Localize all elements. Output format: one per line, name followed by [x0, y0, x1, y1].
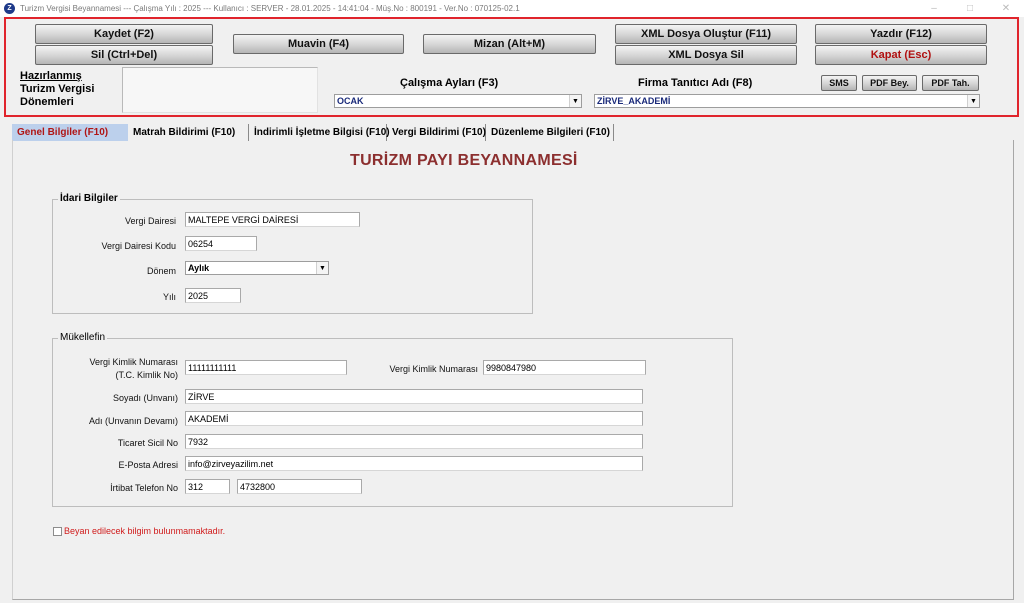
tab-matrah-bildirimi[interactable]: Matrah Bildirimi (F10) — [128, 124, 249, 141]
close-window-button[interactable]: ✕ — [988, 0, 1024, 17]
adi-field[interactable]: AKADEMİ — [185, 411, 643, 426]
vergi-dairesi-kodu-label: Vergi Dairesi Kodu — [101, 241, 176, 251]
maximize-button[interactable]: □ — [952, 0, 988, 17]
vergi-dairesi-kodu-field[interactable]: 06254 — [185, 236, 257, 251]
kaydet-button[interactable]: Kaydet (F2) — [35, 24, 213, 44]
tc-kimlik-field[interactable]: 11111111111 — [185, 360, 347, 375]
page-title: TURİZM PAYI BEYANNAMESİ — [350, 152, 578, 169]
tab-bar: Genel Bilgiler (F10) Matrah Bildirimi (F… — [12, 124, 614, 141]
beyan-yok-checkbox[interactable] — [53, 527, 62, 536]
vkn-label-1: Vergi Kimlik Numarası — [89, 357, 178, 367]
vkn-label-2: (T.C. Kimlik No) — [115, 370, 179, 380]
yil-field[interactable]: 2025 — [185, 288, 241, 303]
firma-tanitici-select[interactable]: ZİRVE_AKADEMİ ▼ — [594, 94, 980, 108]
ticaret-sicil-label: Ticaret Sicil No — [117, 438, 178, 448]
donem-value: Aylık — [188, 263, 210, 273]
tab-vergi-bildirimi[interactable]: Vergi Bildirimi (F10) — [387, 124, 486, 141]
tab-genel-bilgiler[interactable]: Genel Bilgiler (F10) — [12, 124, 128, 141]
vergi-dairesi-field[interactable]: MALTEPE VERGİ DAİRESİ — [185, 212, 360, 227]
window-title: Turizm Vergisi Beyannamesi --- Çalışma Y… — [20, 4, 520, 13]
prepared-periods-label-1: Hazırlanmış — [20, 70, 82, 82]
vergi-dairesi-label: Vergi Dairesi — [124, 216, 176, 226]
telefon-numara-field[interactable]: 4732800 — [237, 479, 362, 494]
xml-dosya-olustur-button[interactable]: XML Dosya Oluştur (F11) — [615, 24, 797, 44]
minimize-button[interactable]: – — [916, 0, 952, 17]
donem-label: Dönem — [146, 266, 176, 276]
telefon-alan-kodu-field[interactable]: 312 — [185, 479, 230, 494]
donem-select[interactable]: Aylık ▼ — [185, 261, 329, 275]
vkn2-label: Vergi Kimlik Numarası — [389, 364, 478, 374]
pdf-tah-button[interactable]: PDF Tah. — [922, 75, 979, 91]
mukellef-title: Mükellefin — [58, 332, 108, 343]
beyan-yok-label: Beyan edilecek bilgim bulunmamaktadır. — [64, 526, 226, 536]
firma-tanitici-value: ZİRVE_AKADEMİ — [597, 96, 671, 106]
prepared-periods-label-3: Dönemleri — [20, 96, 74, 108]
yil-label: Yılı — [162, 292, 176, 302]
firma-tanitici-label: Firma Tanıtıcı Adı (F8) — [638, 77, 753, 89]
chevron-down-icon: ▼ — [316, 262, 328, 274]
prepared-periods-label-2: Turizm Vergisi — [20, 83, 95, 95]
eposta-label: E-Posta Adresi — [118, 460, 178, 470]
soyadi-label: Soyadı (Unvanı) — [112, 393, 178, 403]
vergi-kimlik-field[interactable]: 9980847980 — [483, 360, 646, 375]
app-logo-icon: Z — [4, 3, 15, 14]
eposta-field[interactable]: info@zirveyazilim.net — [185, 456, 643, 471]
xml-dosya-sil-button[interactable]: XML Dosya Sil — [615, 45, 797, 65]
pdf-bey-button[interactable]: PDF Bey. — [862, 75, 917, 91]
calisma-aylari-label: Çalışma Ayları (F3) — [400, 77, 499, 89]
muavin-button[interactable]: Muavin (F4) — [233, 34, 404, 54]
irtibat-telefon-label: İrtibat Telefon No — [110, 483, 178, 493]
tab-indirimli-isletme[interactable]: İndirimli İşletme Bilgisi (F10) — [249, 124, 390, 141]
idari-bilgiler-title: İdari Bilgiler — [58, 193, 120, 204]
chevron-down-icon: ▼ — [967, 95, 979, 107]
calisma-aylari-select[interactable]: OCAK ▼ — [334, 94, 582, 108]
tab-duzenleme-bilgileri[interactable]: Düzenleme Bilgileri (F10) — [486, 124, 614, 141]
kapat-button[interactable]: Kapat (Esc) — [815, 45, 987, 65]
title-bar: Z Turizm Vergisi Beyannamesi --- Çalışma… — [0, 0, 1024, 17]
yazdir-button[interactable]: Yazdır (F12) — [815, 24, 987, 44]
adi-label: Adı (Unvanın Devamı) — [88, 416, 178, 426]
prepared-periods-list[interactable] — [122, 67, 318, 113]
sms-button[interactable]: SMS — [821, 75, 857, 91]
ticaret-sicil-field[interactable]: 7932 — [185, 434, 643, 449]
sil-button[interactable]: Sil (Ctrl+Del) — [35, 45, 213, 65]
soyadi-field[interactable]: ZİRVE — [185, 389, 643, 404]
calisma-aylari-value: OCAK — [337, 96, 364, 106]
mizan-button[interactable]: Mizan (Alt+M) — [423, 34, 596, 54]
chevron-down-icon: ▼ — [569, 95, 581, 107]
